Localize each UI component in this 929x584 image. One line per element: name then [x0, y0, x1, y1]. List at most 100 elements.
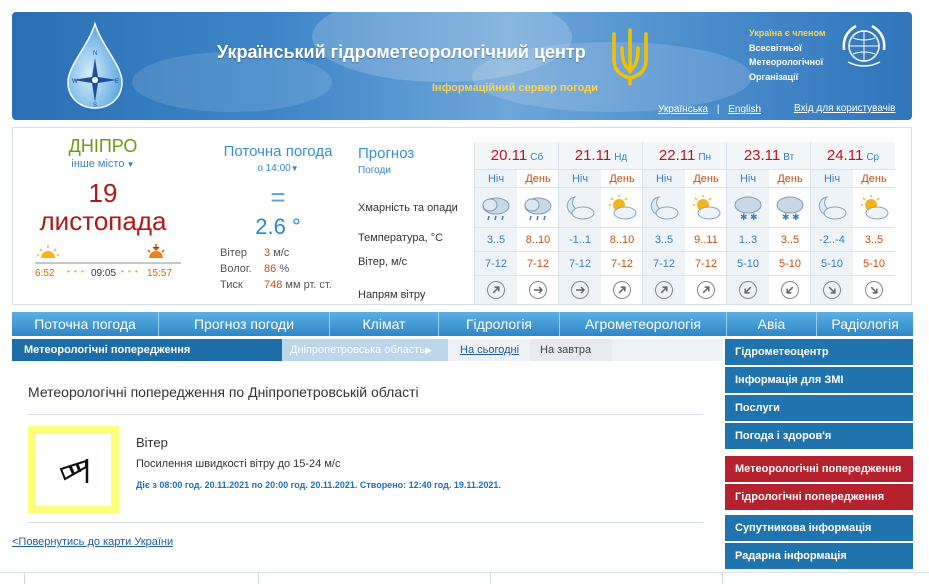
- warning-description: Посилення швидкості вітру до 15-24 м/с: [136, 458, 341, 470]
- wind-arrow-icon: [655, 281, 673, 299]
- wind-speed-label: Вітер, м/с: [358, 256, 408, 268]
- day-temperature: 3..5: [769, 228, 811, 252]
- main-nav: Поточна погода Прогноз погоди Клімат Гід…: [12, 312, 913, 336]
- night-header: Ніч: [643, 170, 685, 188]
- day-header: День: [853, 170, 895, 188]
- wind-label: Вітер: [220, 247, 247, 259]
- forecast-day-column: 22.11 Пн Ніч День 3..5 9..11 7-12 7-12: [642, 142, 727, 304]
- current-temperature: 2.6 °: [255, 214, 301, 239]
- current-weather-title: Поточна погода: [223, 143, 333, 160]
- wind-arrow-icon: [865, 281, 883, 299]
- pressure-unit: мм рт. ст.: [285, 279, 332, 291]
- night-header: Ніч: [811, 170, 853, 188]
- night-wind: 7-12: [559, 252, 601, 276]
- forecast-date: 22.11: [658, 147, 696, 164]
- forecast-date: 24.11: [826, 147, 864, 164]
- language-switcher: Українська | English: [658, 104, 761, 115]
- divider: [28, 414, 703, 415]
- forecast-day-column: 24.11 Ср Ніч День -2..-4 3..5 5-10 5-10: [810, 142, 895, 304]
- nav-agrometeorology[interactable]: Агрометеорологія: [560, 312, 727, 336]
- lang-english-link[interactable]: English: [728, 104, 761, 115]
- nav-forecast[interactable]: Прогноз погоди: [159, 312, 330, 336]
- sidebar-item-hydromet-center[interactable]: Гідрометеоцентр: [725, 339, 913, 365]
- region-select[interactable]: Дніпропетровська область▶: [282, 339, 448, 361]
- other-city-label: інше місто: [71, 158, 125, 170]
- humidity-label: Волог.: [220, 263, 252, 275]
- night-wind: 7-12: [475, 252, 517, 276]
- forecast-date-header: 23.11 Вт: [727, 142, 811, 170]
- current-wind-row: Вітер 3 м/с: [220, 247, 289, 259]
- nav-hydrology[interactable]: Гідрологія: [439, 312, 560, 336]
- day-wind: 5-10: [853, 252, 895, 276]
- tab-today[interactable]: На сьогодні: [448, 339, 530, 361]
- night-temperature: 1..3: [727, 228, 769, 252]
- sidebar-item-meteo-warnings[interactable]: Метеорологічні попередження: [725, 456, 913, 482]
- forecast-date-header: 20.11 Сб: [475, 142, 559, 170]
- night-wind: 7-12: [643, 252, 685, 276]
- date-day: 19: [88, 178, 118, 208]
- sidebar-item-services[interactable]: Послуги: [725, 395, 913, 421]
- sidebar-item-media-info[interactable]: Інформація для ЗМІ: [725, 367, 913, 393]
- day-wind-direction: [853, 276, 895, 304]
- day-header: День: [769, 170, 811, 188]
- sidebar-item-weather-health[interactable]: Погода і здоров'я: [725, 423, 913, 449]
- wind-arrow-icon: [823, 281, 841, 299]
- back-to-map-link[interactable]: <Повернутись до карти України: [12, 536, 173, 548]
- dots-decor: • • •: [67, 267, 85, 276]
- temperature-label: Температура, °C: [358, 232, 444, 244]
- wmo-membership-text: Україна є членом Всесвітньої Метеорологі…: [749, 26, 826, 84]
- cloud-snow-icon: ✱ ✱: [769, 188, 811, 228]
- current-time-dropdown[interactable]: о 14:00▼: [213, 163, 343, 174]
- forecast-date-header: 22.11 Пн: [643, 142, 727, 170]
- forecast-date: 23.11: [743, 147, 781, 164]
- subnav-filler: [612, 339, 722, 361]
- windsock-icon: [59, 459, 88, 483]
- day-wind: 5-10: [769, 252, 811, 276]
- night-wind-direction: [475, 276, 517, 304]
- wind-unit: м/с: [273, 247, 290, 259]
- pressure-value: 748: [264, 279, 283, 291]
- day-length: 09:05: [91, 268, 117, 279]
- wind-arrow-icon: [697, 281, 715, 299]
- fog-symbol-icon: =: [270, 182, 286, 212]
- footer-edge: [0, 572, 929, 584]
- nav-aviation[interactable]: Авіа: [727, 312, 817, 336]
- forecast-date: 21.11: [574, 147, 612, 164]
- other-city-dropdown[interactable]: інше місто ▼: [13, 158, 193, 170]
- forecast-title: Прогноз: [358, 145, 415, 162]
- day-wind-direction: [769, 276, 811, 304]
- chevron-down-icon: ▼: [124, 160, 135, 169]
- day-temperature: 8..10: [601, 228, 643, 252]
- wmo-line: Метеорологічної: [749, 57, 824, 67]
- sunrise-icon: [37, 245, 59, 258]
- forecast-day-column: 21.11 Нд Ніч День -1..1 8..10 7-12 7-12: [558, 142, 643, 304]
- wind-arrow-icon: [613, 281, 631, 299]
- sunrise-time: 6:52: [35, 268, 55, 279]
- humidity-value: 86: [264, 263, 277, 275]
- lang-ukrainian-link[interactable]: Українська: [658, 104, 708, 115]
- sidebar-item-radar[interactable]: Радарна інформація: [725, 543, 913, 569]
- sun-cloud-icon: [685, 188, 727, 228]
- page-title: Метеорологічні попередження по Дніпропет…: [28, 384, 419, 400]
- sidebar-item-hydro-warnings[interactable]: Гідрологічні попередження: [725, 484, 913, 510]
- moon-cloud-icon: [643, 188, 685, 228]
- nav-radiology[interactable]: Радіологія: [817, 312, 913, 336]
- night-wind: 5-10: [811, 252, 853, 276]
- wmo-emblem-icon[interactable]: [838, 20, 890, 72]
- hydromet-drop-logo-icon[interactable]: N W E S: [64, 22, 126, 110]
- nav-current-weather[interactable]: Поточна погода: [12, 312, 159, 336]
- pressure-label: Тиск: [220, 279, 243, 291]
- day-temperature: 3..5: [853, 228, 895, 252]
- nav-climate[interactable]: Клімат: [330, 312, 439, 336]
- night-wind-direction: [811, 276, 853, 304]
- tab-tomorrow[interactable]: На завтра: [530, 339, 612, 361]
- sidebar-item-satellite[interactable]: Супутникова інформація: [725, 515, 913, 541]
- chevron-down-icon: ▼: [290, 164, 299, 173]
- site-subtitle: Інформаційний сервер погоди: [432, 82, 598, 94]
- tab-meteo-warnings[interactable]: Метеорологічні попередження: [12, 339, 282, 361]
- day-header: День: [685, 170, 727, 188]
- login-link[interactable]: Вхід для користувачів: [794, 103, 895, 114]
- day-wind: 7-12: [685, 252, 727, 276]
- forecast-subtitle: Погоди: [358, 165, 391, 176]
- site-header: N W E S Український гідрометеорологічний…: [12, 12, 912, 120]
